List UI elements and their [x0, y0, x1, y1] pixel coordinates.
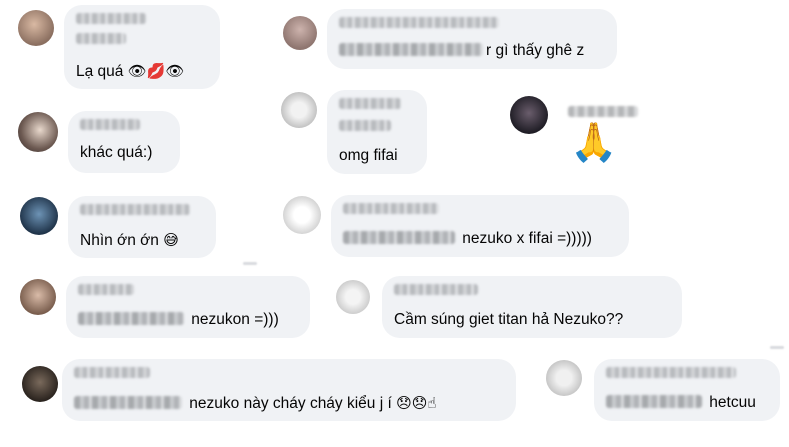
avatar[interactable]: [18, 112, 58, 152]
comment-bubble: r gì thấy ghê z: [327, 9, 617, 69]
divider: [770, 346, 784, 349]
comment-bubble: khác quá:): [68, 111, 180, 173]
redacted-text: [74, 396, 182, 409]
avatar[interactable]: [281, 92, 317, 128]
praying-hands-emoji: 🙏: [570, 120, 618, 164]
avatar[interactable]: [20, 279, 56, 315]
commenter-name-blurred[interactable]: [80, 204, 190, 215]
comment-bubble: nezuko này cháy cháy kiểu j í 😞😞☝: [62, 359, 516, 421]
comment-text: r gì thấy ghê z: [339, 41, 584, 61]
eye-lips-emoji: 👁💋👁: [127, 62, 185, 80]
commenter-name-blurred[interactable]: [339, 17, 499, 28]
redacted-text: [78, 312, 184, 325]
avatar[interactable]: [283, 16, 317, 50]
redacted-text: [339, 43, 483, 56]
comment-text: Lạ quá 👁💋👁: [76, 62, 185, 80]
avatar[interactable]: [546, 360, 582, 396]
avatar[interactable]: [283, 196, 321, 234]
commenter-name-blurred[interactable]: [606, 367, 736, 378]
comment-bubble: nezukon =))): [66, 276, 310, 338]
commenter-name-blurred-line2: [339, 120, 391, 131]
avatar[interactable]: [18, 10, 54, 46]
comment-bubble: Cầm súng giet titan hả Nezuko??: [382, 276, 682, 338]
comment-bubble: nezuko x fifai =))))): [331, 195, 629, 257]
comment-text: Nhìn ớn ớn 😅: [80, 231, 179, 249]
avatar[interactable]: [22, 366, 58, 402]
divider: [243, 262, 257, 265]
comment-bubble: Nhìn ớn ớn 😅: [68, 196, 216, 258]
commenter-name-blurred[interactable]: [76, 13, 146, 24]
redacted-text: [606, 395, 702, 408]
comment-bubble: hetcuu: [594, 359, 780, 421]
commenter-name-blurred[interactable]: [394, 284, 478, 295]
commenter-name-blurred[interactable]: [78, 284, 134, 295]
commenter-name-blurred[interactable]: [80, 119, 140, 130]
avatar[interactable]: [336, 280, 370, 314]
avatar[interactable]: [510, 96, 548, 134]
comment-text: nezukon =))): [78, 310, 279, 330]
comment-text: nezuko x fifai =))))): [343, 229, 592, 249]
disappointed-emoji: 😞😞☝: [396, 394, 437, 412]
sweat-smile-emoji: 😅: [163, 231, 179, 249]
redacted-text: [343, 231, 455, 244]
comment-bubble: Lạ quá 👁💋👁: [64, 5, 220, 89]
commenter-name-blurred[interactable]: [343, 203, 439, 214]
comment-text: khác quá:): [80, 144, 153, 161]
comment-text: nezuko này cháy cháy kiểu j í 😞😞☝: [74, 393, 437, 414]
commenter-name-blurred[interactable]: [568, 106, 638, 117]
avatar[interactable]: [20, 197, 58, 235]
comment-bubble: omg fifai: [327, 90, 427, 174]
comment-text: hetcuu: [606, 393, 756, 413]
comment-text: Cầm súng giet titan hả Nezuko??: [394, 311, 624, 328]
comment-text: omg fifai: [339, 147, 398, 164]
commenter-name-blurred-line2: [76, 33, 126, 44]
commenter-name-blurred[interactable]: [339, 98, 401, 109]
commenter-name-blurred[interactable]: [74, 367, 150, 378]
